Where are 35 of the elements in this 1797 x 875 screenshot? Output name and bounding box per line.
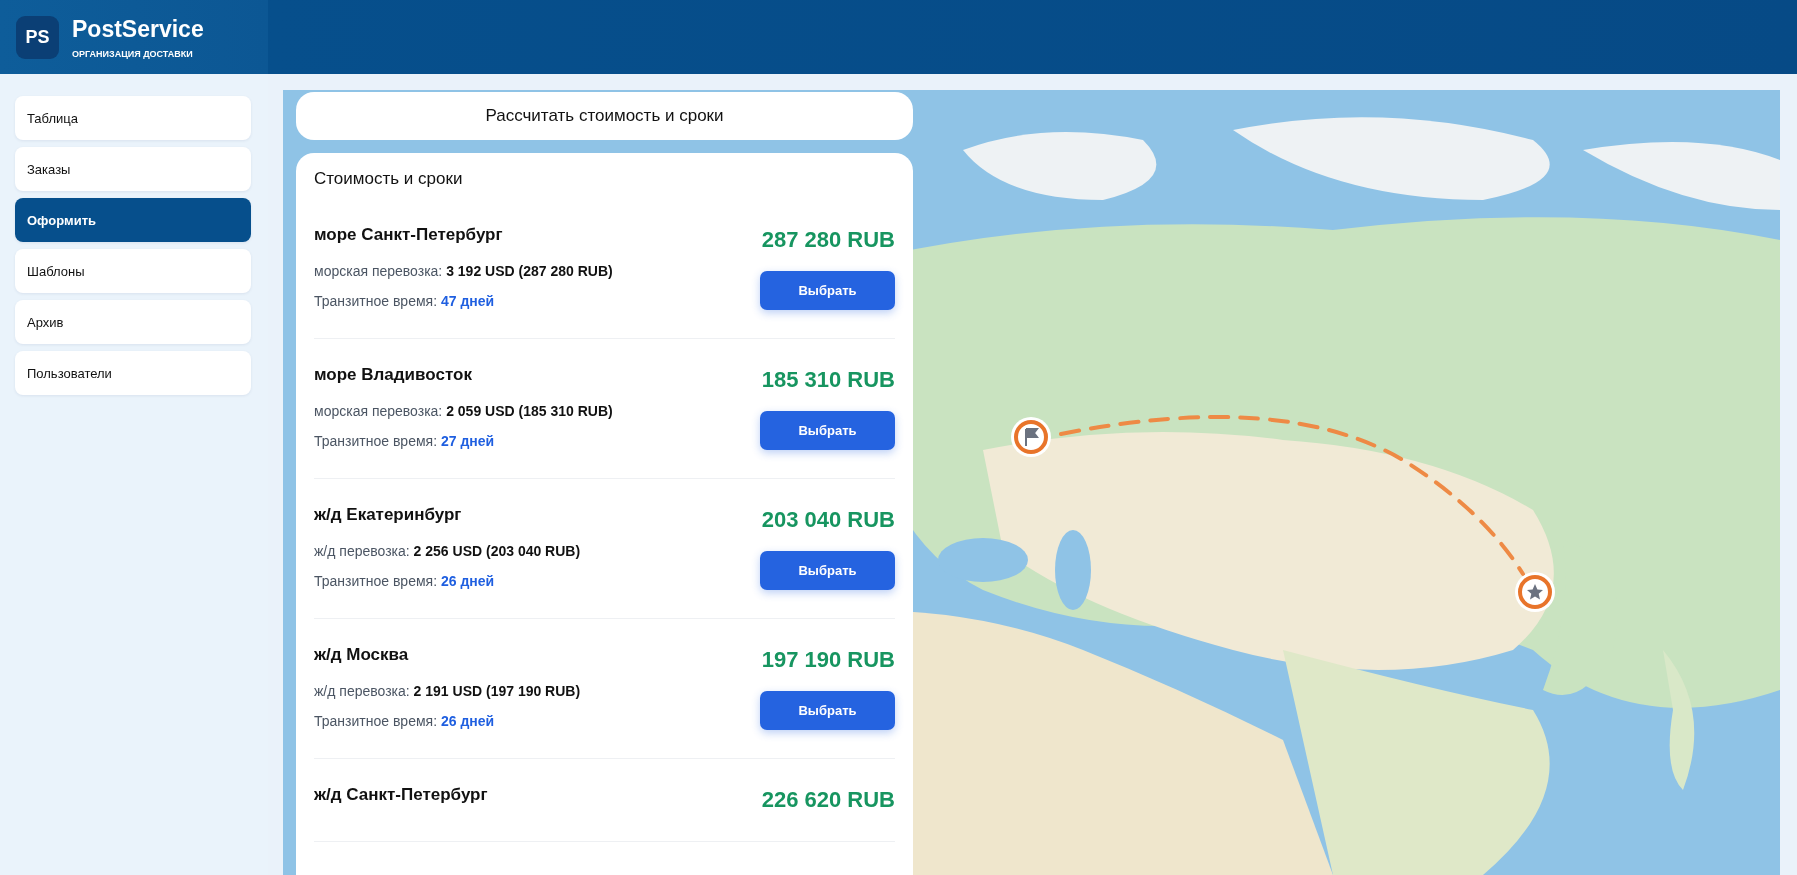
sidebar-item[interactable]: Заказы [15,147,251,191]
calculate-button[interactable]: Рассчитать стоимость и сроки [296,92,913,140]
card-title: Стоимость и сроки [314,169,463,189]
select-button[interactable]: Выбрать [760,411,895,450]
select-button[interactable]: Выбрать [760,271,895,310]
app-subtitle: ОРГАНИЗАЦИЯ ДОСТАВКИ [72,48,194,59]
route-title: ж/д Москва [314,645,409,665]
cost-text: ж/д перевозка: 2 191 USD (197 190 RUB) [314,683,581,699]
cost-text: морская перевозка: 3 192 USD (287 280 RUB) [314,263,613,279]
app-name: PostService [72,15,204,43]
cost-text: морская перевозка: 2 059 USD (185 310 RUB) [314,403,613,419]
price: 197 190 RUB [761,647,895,673]
select-button[interactable]: Выбрать [760,691,895,730]
route-title: ж/д Екатеринбург [314,505,462,525]
select-button[interactable]: Выбрать [760,551,895,590]
sidebar-item[interactable]: Оформить [15,198,251,242]
transit-time-text: Транзитное время: 26 дней [314,573,495,589]
price: 185 310 RUB [761,367,895,393]
price: 203 040 RUB [761,507,895,533]
price: 226 620 RUB [761,787,895,813]
sidebar-item[interactable]: Архив [15,300,251,344]
transit-time-text: Транзитное время: 26 дней [314,713,495,729]
star-marker-icon [1515,572,1555,612]
sidebar-item[interactable]: Шаблоны [15,249,251,293]
route-title: море Санкт-Петербург [314,225,503,245]
price: 287 280 RUB [761,227,895,253]
flag-marker-icon [1011,417,1051,457]
logo: PS [16,15,59,59]
route-title: море Владивосток [314,365,472,385]
sidebar-item[interactable]: Таблица [15,96,251,140]
transit-time-text: Транзитное время: 27 дней [314,433,495,449]
sidebar-item[interactable]: Пользователи [15,351,251,395]
route-title: ж/д Санкт-Петербург [314,785,488,805]
transit-time-text: Транзитное время: 47 дней [314,293,495,309]
cost-text: ж/д перевозка: 2 256 USD (203 040 RUB) [314,543,581,559]
